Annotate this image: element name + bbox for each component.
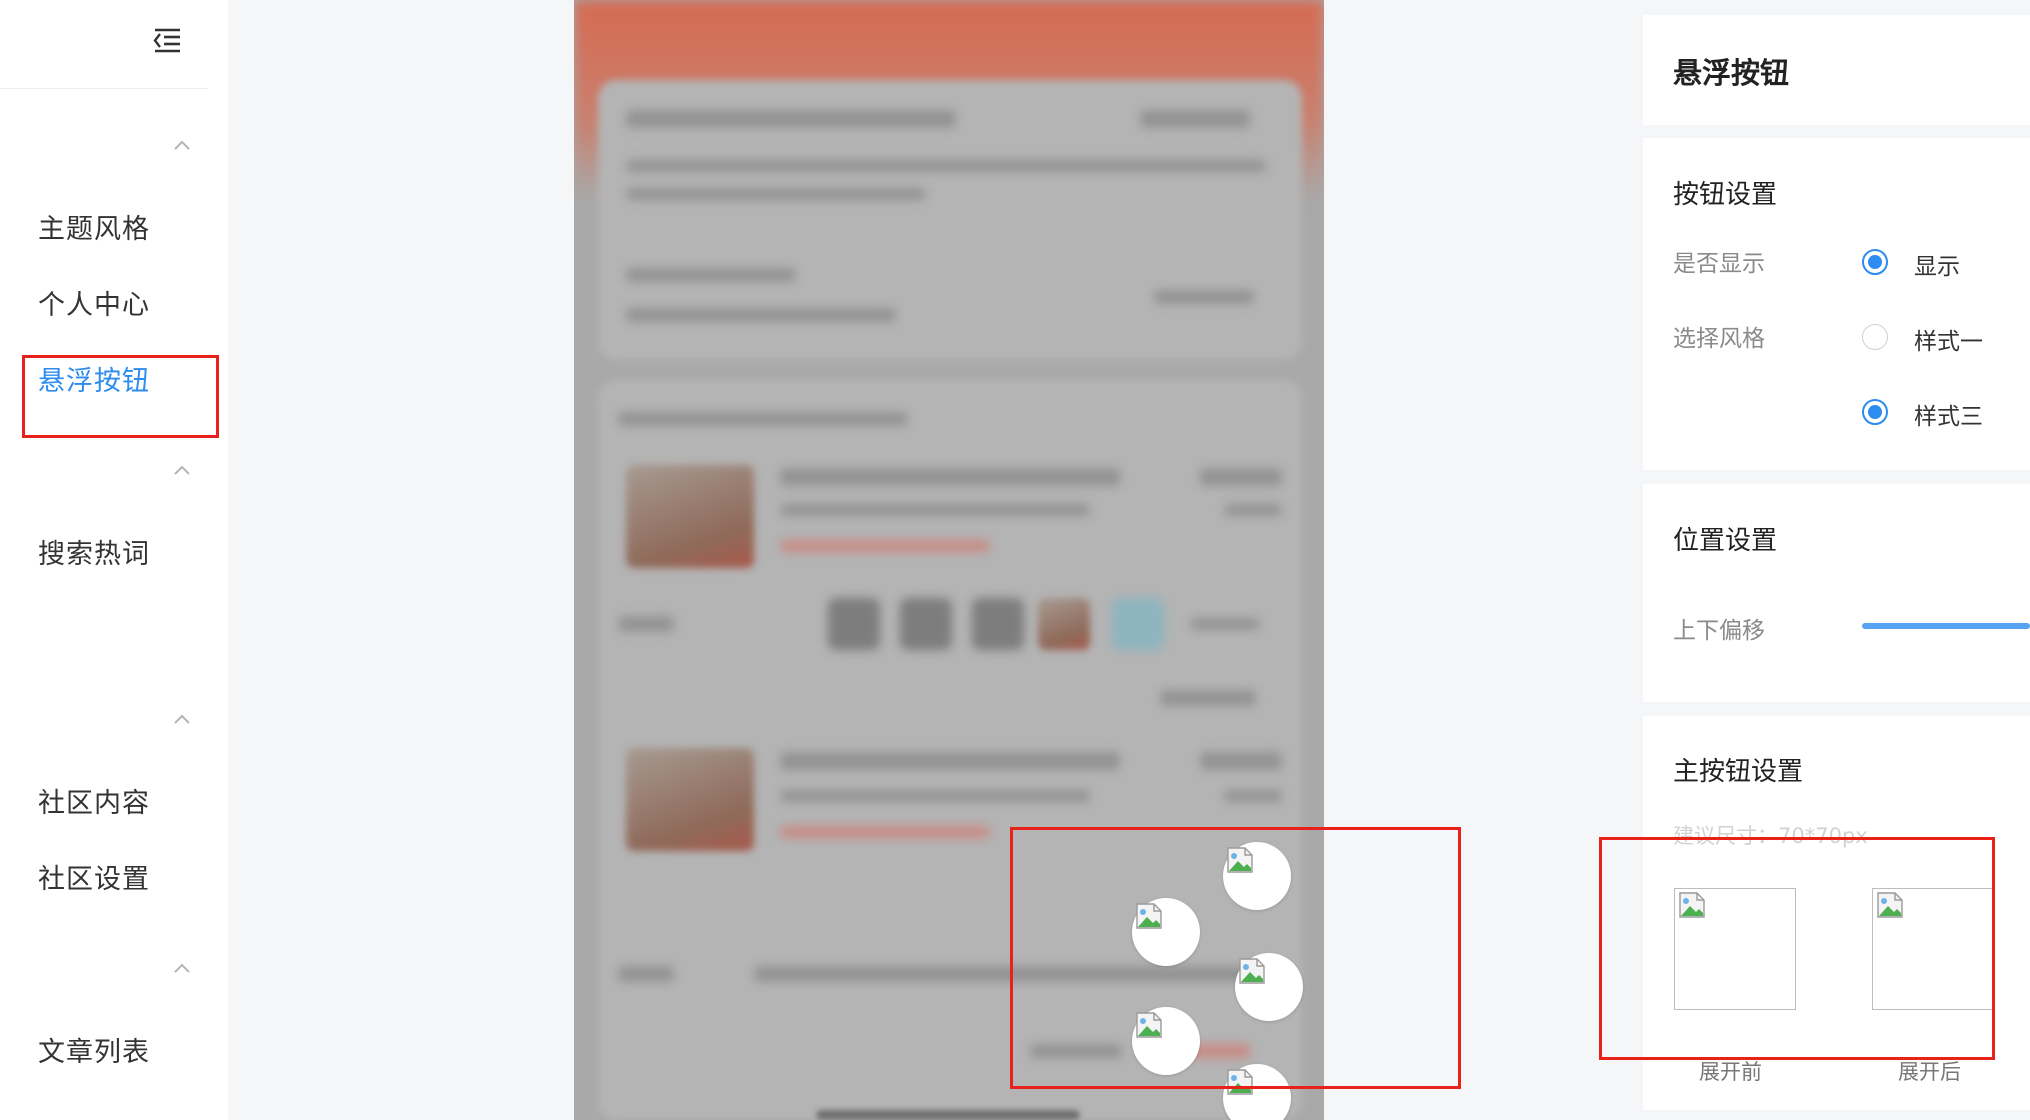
sidebar-item-community-settings[interactable]: 社区设置 — [38, 857, 150, 896]
section-title: 主按钮设置 — [1673, 757, 1804, 787]
preview-thumbnail — [626, 465, 754, 568]
sidebar-item-personal-center[interactable]: 个人中心 — [38, 283, 150, 322]
preview-text-line — [626, 188, 926, 200]
preview-text-line — [626, 110, 956, 128]
show-label: 是否显示 — [1673, 251, 1765, 277]
preview-text-line — [1200, 752, 1282, 770]
style-label: 选择风格 — [1673, 326, 1765, 352]
highlight-box-sidebar — [22, 355, 219, 438]
preview-text-line — [618, 412, 908, 426]
preview-text-line — [1200, 468, 1282, 486]
chevron-up-icon[interactable] — [172, 463, 192, 477]
offset-label: 上下偏移 — [1673, 618, 1765, 644]
highlight-box-preview — [1010, 827, 1461, 1089]
preview-text-line — [1224, 790, 1282, 802]
style-option-label[interactable]: 样式一 — [1914, 322, 1983, 356]
preview-avatar — [828, 598, 880, 650]
preview-text-line — [780, 468, 1120, 486]
preview-thumbnail — [626, 748, 754, 851]
sidebar-header — [0, 0, 208, 89]
preview-text-line — [626, 160, 1266, 172]
panel-title: 悬浮按钮 — [1673, 56, 1790, 90]
preview-text-line — [780, 790, 1090, 802]
preview-text-line — [1224, 504, 1282, 516]
show-option-label[interactable]: 显示 — [1914, 247, 1960, 281]
preview-text-line — [780, 752, 1120, 770]
preview-avatar — [1038, 598, 1090, 650]
offset-slider[interactable] — [1862, 623, 2030, 629]
preview-text-line — [626, 308, 896, 322]
preview-text-line — [780, 826, 990, 838]
sidebar-item-search-hotwords[interactable]: 搜索热词 — [38, 532, 150, 571]
style-radio-1[interactable] — [1862, 324, 1888, 350]
preview-text-line — [780, 540, 990, 552]
preview-text-line — [618, 616, 674, 632]
highlight-box-main-button — [1599, 837, 1995, 1060]
preview-text-line — [1154, 290, 1254, 304]
preview-text-line — [780, 504, 1090, 516]
preview-text-line — [1190, 618, 1260, 630]
style-option-label[interactable]: 样式三 — [1914, 397, 1983, 431]
preview-home-indicator — [816, 1110, 1080, 1120]
preview-text-line — [1140, 110, 1250, 128]
preview-text-line — [1160, 690, 1256, 706]
chevron-up-icon[interactable] — [172, 138, 192, 152]
chevron-up-icon[interactable] — [172, 712, 192, 726]
chevron-up-icon[interactable] — [172, 961, 192, 975]
menu-collapse-icon[interactable] — [150, 26, 182, 54]
sidebar-item-community-content[interactable]: 社区内容 — [38, 781, 150, 820]
section-title: 按钮设置 — [1673, 180, 1778, 210]
style-radio-3[interactable] — [1862, 399, 1888, 425]
after-caption: 展开后 — [1898, 1060, 1961, 1084]
panel-header: 悬浮按钮 — [1643, 15, 2030, 125]
show-radio[interactable] — [1862, 249, 1888, 275]
preview-avatar — [1112, 598, 1164, 650]
position-settings-section: 位置设置 上下偏移 — [1643, 484, 2030, 702]
button-settings-section: 按钮设置 是否显示 显示 选择风格 样式一 样式三 — [1643, 138, 2030, 470]
section-title: 位置设置 — [1673, 526, 1778, 556]
before-caption: 展开前 — [1699, 1060, 1762, 1084]
preview-avatar — [972, 598, 1024, 650]
sidebar-item-article-list[interactable]: 文章列表 — [38, 1030, 150, 1069]
preview-text-line — [618, 966, 674, 982]
preview-text-line — [626, 268, 796, 282]
sidebar: 主题风格 个人中心 悬浮按钮 搜索热词 社区内容 社区设置 文章列表 — [0, 0, 228, 1120]
preview-avatar — [900, 598, 952, 650]
sidebar-item-theme-style[interactable]: 主题风格 — [38, 207, 150, 246]
